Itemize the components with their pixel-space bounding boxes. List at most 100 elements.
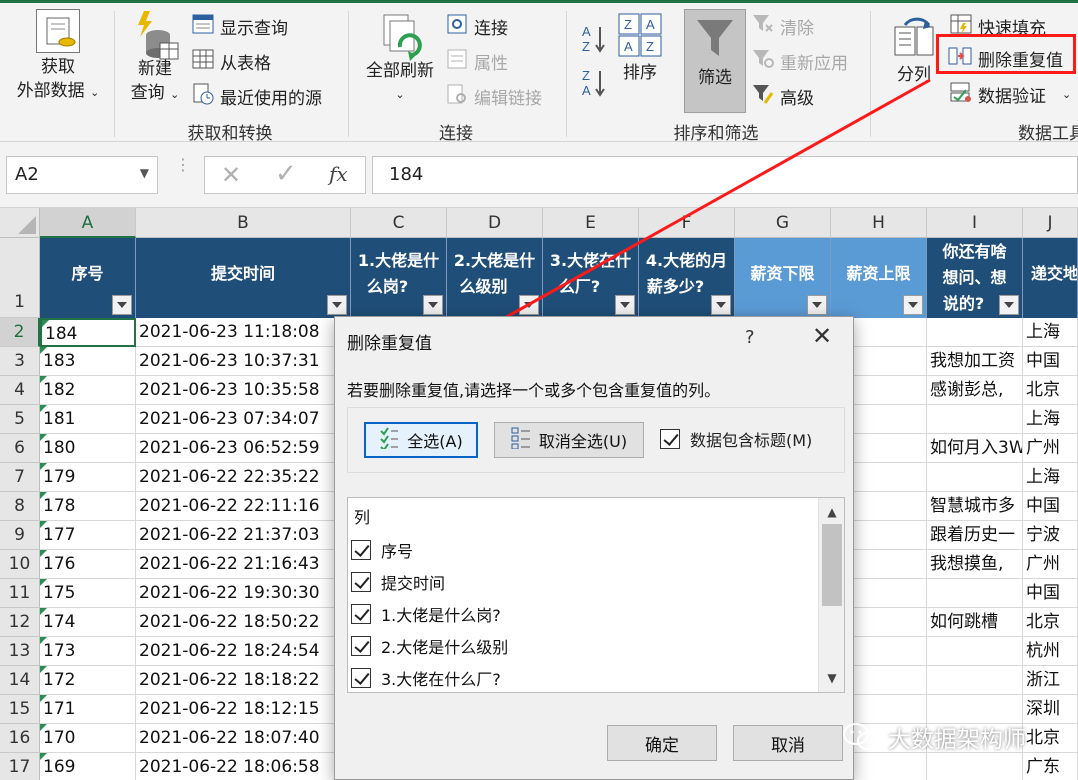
table-header-cell[interactable]: 序号 xyxy=(40,238,136,318)
filter-dropdown-button[interactable] xyxy=(999,295,1019,315)
scroll-up-icon[interactable]: ▲ xyxy=(819,500,844,524)
row-header[interactable]: 2 xyxy=(0,318,40,347)
ok-button[interactable]: 确定 xyxy=(607,725,717,761)
cell-j[interactable]: 广州 xyxy=(1023,550,1078,579)
filter-dropdown-button[interactable] xyxy=(112,295,132,315)
column-checkbox[interactable] xyxy=(351,604,371,624)
column-checkbox[interactable] xyxy=(351,636,371,656)
formula-input[interactable]: 184 xyxy=(372,156,1078,194)
confirm-formula-icon[interactable]: ✓ xyxy=(275,159,297,189)
cell-b[interactable]: 2021-06-22 18:06:58 xyxy=(136,753,351,780)
column-header-e[interactable]: E xyxy=(543,208,639,238)
cell-i[interactable]: 智慧城市多 xyxy=(927,492,1023,521)
row-header[interactable]: 17 xyxy=(0,753,40,780)
cell-b[interactable]: 2021-06-22 18:18:22 xyxy=(136,666,351,695)
filter-dropdown-button[interactable] xyxy=(711,295,731,315)
cell-j[interactable]: 北京 xyxy=(1023,376,1078,405)
columns-listbox[interactable]: 列 序号 提交时间 1.大佬是什么岗? 2.大佬是什么级别 3.大佬在什么厂? … xyxy=(347,497,845,693)
sort-button[interactable]: ZAAZ 排序 xyxy=(612,13,668,85)
cell-a[interactable]: 172 xyxy=(40,666,136,695)
cell-i[interactable]: 感谢彭总, xyxy=(927,376,1023,405)
cell-a[interactable]: 175 xyxy=(40,579,136,608)
row-header[interactable]: 9 xyxy=(0,521,40,550)
cell-j[interactable]: 深圳 xyxy=(1023,695,1078,724)
advanced-filter-button[interactable]: 高级 xyxy=(752,81,814,111)
filter-button[interactable]: 筛选 xyxy=(684,9,746,113)
table-header-cell[interactable]: 薪资上限 xyxy=(831,238,927,318)
row-header[interactable]: 13 xyxy=(0,637,40,666)
cell-a[interactable]: 181 xyxy=(40,405,136,434)
filter-dropdown-button[interactable] xyxy=(519,295,539,315)
edit-links-button[interactable]: 编辑链接 xyxy=(446,81,542,111)
cell-j[interactable]: 中国 xyxy=(1023,579,1078,608)
table-header-cell[interactable]: 4.大佬的月 薪多少? xyxy=(639,238,735,318)
column-checkbox[interactable] xyxy=(351,572,371,592)
cell-i[interactable] xyxy=(927,318,1023,347)
cell-i[interactable]: 跟着历史一 xyxy=(927,521,1023,550)
cell-a[interactable]: 183 xyxy=(40,347,136,376)
chevron-down-icon[interactable]: ▼ xyxy=(140,166,149,180)
properties-button[interactable]: 属性 xyxy=(446,46,508,76)
cell-a[interactable]: 169 xyxy=(40,753,136,780)
cell-i[interactable]: 如何月入3W xyxy=(927,434,1023,463)
cell-a[interactable]: 177 xyxy=(40,521,136,550)
close-button[interactable]: ✕ xyxy=(805,321,839,353)
row-header[interactable]: 14 xyxy=(0,666,40,695)
row-header[interactable]: 11 xyxy=(0,579,40,608)
cell-j[interactable]: 中国 xyxy=(1023,492,1078,521)
unselect-all-button[interactable]: 取消全选(U) xyxy=(494,422,644,458)
cell-j[interactable]: 杭州 xyxy=(1023,637,1078,666)
cell-a[interactable]: 171 xyxy=(40,695,136,724)
column-header-j[interactable]: J xyxy=(1023,208,1078,238)
cell-b[interactable]: 2021-06-22 21:37:03 xyxy=(136,521,351,550)
scroll-thumb[interactable] xyxy=(822,524,842,606)
cell-a[interactable]: 170 xyxy=(40,724,136,753)
table-header-cell[interactable]: 3.大佬在什 么厂? xyxy=(543,238,639,318)
cell-j[interactable]: 广州 xyxy=(1023,434,1078,463)
insert-function-button[interactable]: fx xyxy=(329,162,348,186)
column-header-g[interactable]: G xyxy=(735,208,831,238)
filter-dropdown-button[interactable] xyxy=(327,295,347,315)
cell-j[interactable]: 上海 xyxy=(1023,318,1078,347)
cancel-button[interactable]: 取消 xyxy=(733,725,843,761)
column-header-h[interactable]: H xyxy=(831,208,927,238)
connections-button[interactable]: 连接 xyxy=(446,11,508,41)
has-headers-checkbox[interactable] xyxy=(660,429,680,449)
data-validation-button[interactable]: 数据验证 ⌄ xyxy=(950,79,1071,109)
table-header-cell[interactable]: 提交时间 xyxy=(136,238,351,318)
help-button[interactable]: ? xyxy=(745,327,755,348)
cell-j[interactable]: 广东 xyxy=(1023,753,1078,780)
cell-a[interactable]: 174 xyxy=(40,608,136,637)
row-header[interactable]: 8 xyxy=(0,492,40,521)
cell-j[interactable]: 中国 xyxy=(1023,347,1078,376)
show-query-button[interactable]: 显示查询 xyxy=(192,11,288,41)
from-table-button[interactable]: 从表格 xyxy=(192,46,271,76)
cell-i[interactable]: 我想摸鱼, xyxy=(927,550,1023,579)
cell-b[interactable]: 2021-06-23 10:37:31 xyxy=(136,347,351,376)
cell-j[interactable]: 上海 xyxy=(1023,405,1078,434)
row-header[interactable]: 7 xyxy=(0,463,40,492)
select-all-corner[interactable] xyxy=(0,208,40,238)
cell-a[interactable]: 173 xyxy=(40,637,136,666)
row-header-1[interactable]: 1 xyxy=(0,238,40,318)
clear-filter-button[interactable]: 清除 xyxy=(752,11,814,41)
column-header-f[interactable]: F xyxy=(639,208,735,238)
cell-a[interactable]: 179 xyxy=(40,463,136,492)
cell-b[interactable]: 2021-06-23 06:52:59 xyxy=(136,434,351,463)
column-option[interactable]: 1.大佬是什么岗? xyxy=(350,598,501,630)
select-all-button[interactable]: 全选(A) xyxy=(364,422,478,458)
cell-b[interactable]: 2021-06-23 11:18:08 xyxy=(136,318,351,347)
filter-dropdown-button[interactable] xyxy=(903,295,923,315)
new-query-button[interactable]: 新建 查询 ⌄ xyxy=(122,9,188,107)
sort-desc-icon[interactable]: ZA xyxy=(582,67,608,102)
cell-b[interactable]: 2021-06-22 21:16:43 xyxy=(136,550,351,579)
cell-b[interactable]: 2021-06-22 18:24:54 xyxy=(136,637,351,666)
cell-i[interactable]: 我想加工资 xyxy=(927,347,1023,376)
cell-i[interactable] xyxy=(927,405,1023,434)
cell-a[interactable]: 178 xyxy=(40,492,136,521)
row-header[interactable]: 10 xyxy=(0,550,40,579)
text-to-columns-button[interactable]: 分列 xyxy=(884,15,944,87)
row-header[interactable]: 6 xyxy=(0,434,40,463)
filter-dropdown-button[interactable] xyxy=(807,295,827,315)
name-box[interactable]: A2 ▼ xyxy=(6,156,158,194)
